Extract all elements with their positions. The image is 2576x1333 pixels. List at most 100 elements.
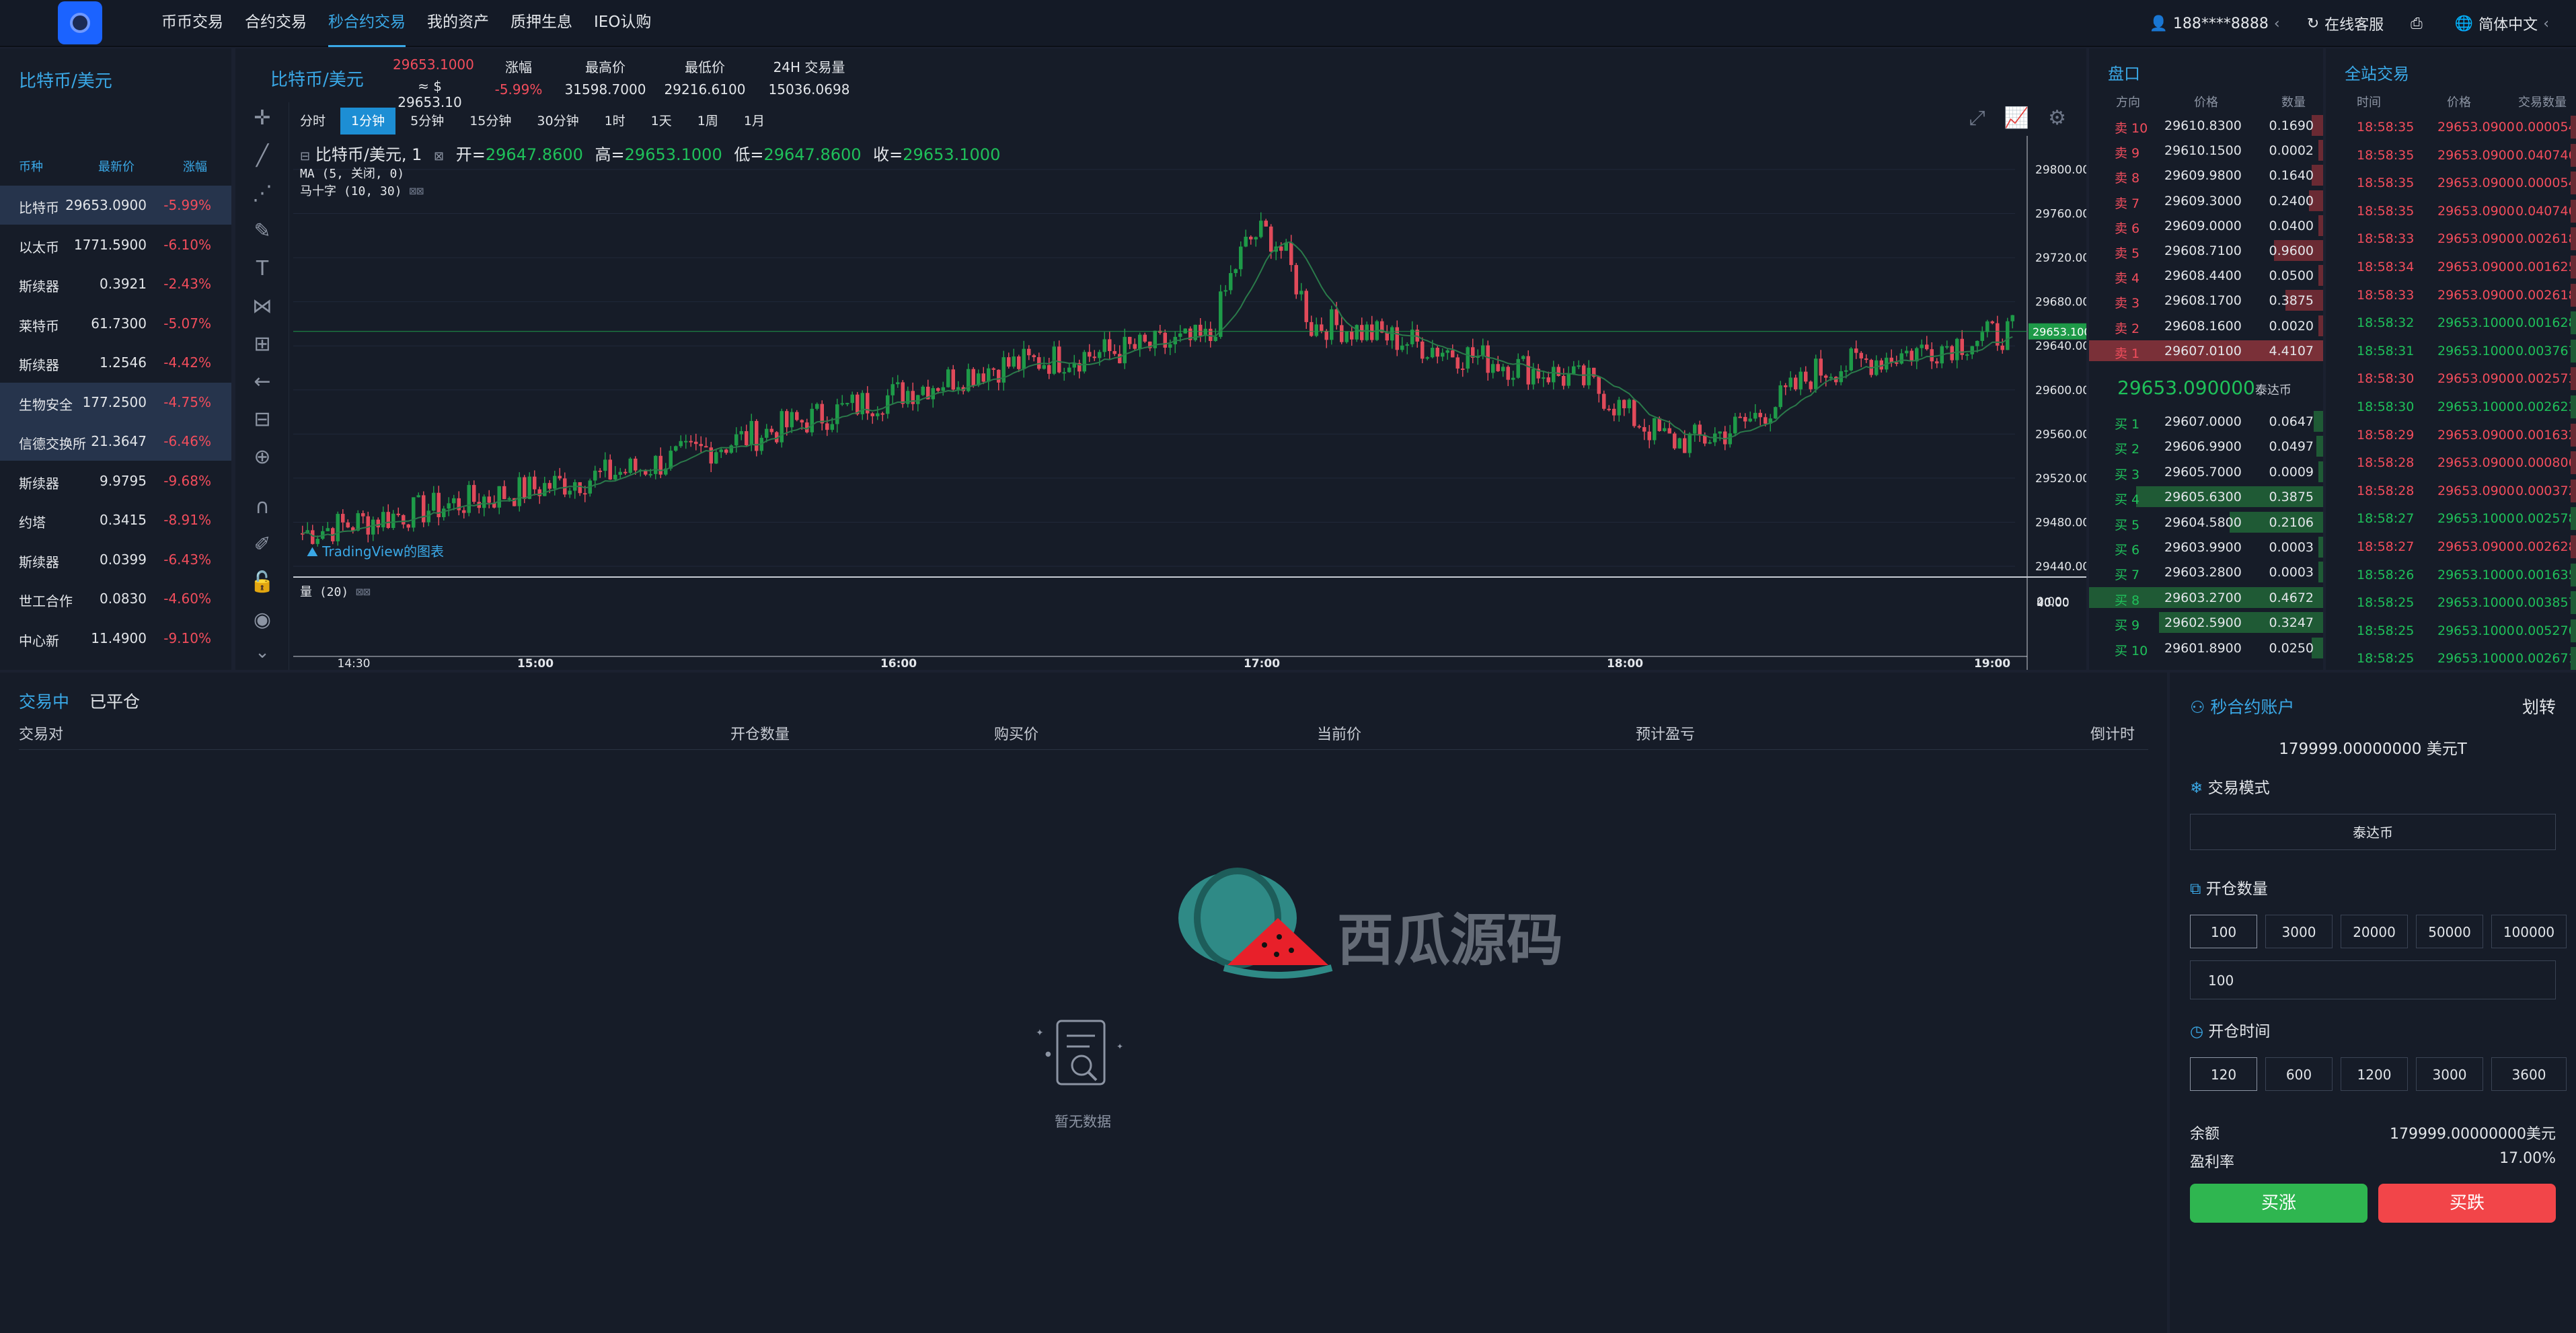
buy-down-button[interactable]: 买跌 [2378, 1184, 2556, 1223]
option-button[interactable]: 20000 [2341, 915, 2408, 948]
bid-qty: 0.0250 [2269, 640, 2314, 656]
gear-icon[interactable]: ⚙ [2048, 106, 2066, 130]
market-row[interactable]: 斯续器 0.3921 -2.43% [0, 264, 231, 303]
volume-settings-icon[interactable]: ⊠⊠ [356, 585, 371, 599]
online-service-link[interactable]: ↻ 在线客服 [2307, 13, 2384, 34]
candlestick-chart[interactable]: 29800.0000 29760.0000 29720.0000 29680.0000… [293, 136, 2086, 670]
bid-row[interactable]: 买 7 29603.2800 0.0003 [2089, 560, 2323, 584]
tradingview-link[interactable]: ⛰ TradingView的图表 [307, 541, 444, 560]
timeframe-button[interactable]: 5分钟 [400, 108, 455, 135]
trendline-icon[interactable]: ╱ [248, 141, 277, 171]
candle [860, 393, 864, 414]
option-button[interactable]: 3600 [2491, 1057, 2567, 1091]
bid-row[interactable]: 买 8 29603.2700 0.4672 [2089, 585, 2323, 610]
ask-row[interactable]: 卖 8 29609.9800 0.1640 [2089, 163, 2323, 188]
market-row[interactable]: 信德交换所 21.3647 -6.46% [0, 422, 231, 461]
timeframe-button[interactable]: 15分钟 [459, 108, 522, 135]
language-select[interactable]: 🌐 简体中文 ‹ [2455, 13, 2549, 34]
chart-plot-area[interactable]: 29800.0000 29760.0000 29720.0000 29680.0000… [293, 136, 2086, 670]
bid-direction: 买 4 [2115, 492, 2140, 508]
ask-row[interactable]: 卖 10 29610.8300 0.1690 [2089, 113, 2323, 138]
tab-closed-positions[interactable]: 已平仓 [89, 689, 140, 713]
timeframe-button[interactable]: 1分钟 [340, 108, 396, 135]
timeframe-button[interactable]: 1月 [733, 108, 775, 135]
bid-row[interactable]: 买 2 29606.9900 0.0497 [2089, 434, 2323, 459]
nav-futures[interactable]: 合约交易 [245, 0, 307, 47]
nav-second-contract[interactable]: 秒合约交易 [328, 0, 406, 47]
user-menu[interactable]: 👤 188****8888 ‹ [2150, 15, 2280, 32]
market-row[interactable]: 莱特币 61.7300 -5.07% [0, 304, 231, 343]
tab-open-positions[interactable]: 交易中 [19, 689, 69, 713]
timeframe-button[interactable]: 30分钟 [526, 108, 589, 135]
ask-row[interactable]: 卖 7 29609.3000 0.2400 [2089, 188, 2323, 213]
bid-row[interactable]: 买 9 29602.5900 0.3247 [2089, 610, 2323, 635]
option-button[interactable]: 120 [2190, 1057, 2257, 1091]
qty-input[interactable]: 100 [2190, 960, 2556, 999]
collapse-icon[interactable]: ⊟ [300, 149, 310, 163]
bid-row[interactable]: 买 3 29605.7000 0.0009 [2089, 459, 2323, 484]
zoom-icon[interactable]: ⊕ [248, 443, 277, 472]
timeframe-button[interactable]: 1周 [687, 108, 729, 135]
nav-ieo[interactable]: IEO认购 [594, 0, 651, 47]
nav-assets[interactable]: 我的资产 [427, 0, 489, 47]
back-arrow-icon[interactable]: ← [248, 367, 277, 397]
indicator-icon[interactable]: 📈 [2004, 106, 2029, 130]
hide-icon[interactable]: ⊠ [434, 149, 444, 163]
nav-spot[interactable]: 币币交易 [161, 0, 223, 47]
market-row[interactable]: 斯续器 0.0399 -6.43% [0, 540, 231, 579]
market-row[interactable]: 以太币 1771.5900 -6.10% [0, 225, 231, 264]
market-row[interactable]: 比特币 29653.0900 -5.99% [0, 186, 231, 225]
lock-draw-icon[interactable]: ✐ [248, 530, 277, 560]
trade-mode-select[interactable]: 泰达币 [2190, 814, 2556, 850]
coin-name: 斯续器 [19, 278, 59, 295]
legend-symbol: 比特币/美元, 1 [315, 145, 422, 164]
market-row[interactable]: 世工合作 0.0830 -4.60% [0, 579, 231, 618]
magnet-icon[interactable]: ∩ [248, 492, 277, 522]
bid-row[interactable]: 买 10 29601.8900 0.0250 [2089, 636, 2323, 660]
ask-row[interactable]: 卖 9 29610.1500 0.0002 [2089, 138, 2323, 163]
option-button[interactable]: 100000 [2491, 915, 2567, 948]
timeframe-button[interactable]: 1天 [640, 108, 683, 135]
option-button[interactable]: 3000 [2416, 1057, 2483, 1091]
market-row[interactable]: 约塔 0.3415 -8.91% [0, 500, 231, 539]
ask-row[interactable]: 卖 1 29607.0100 4.4107 [2089, 338, 2323, 363]
bid-row[interactable]: 买 5 29604.5800 0.2106 [2089, 510, 2323, 535]
brush-icon[interactable]: ✎ [248, 217, 277, 246]
timeframe-button[interactable]: 1时 [594, 108, 636, 135]
market-row[interactable]: 中心新 11.4900 -9.10% [0, 619, 231, 658]
lock-icon[interactable]: 🔓 [248, 568, 277, 597]
ask-row[interactable]: 卖 5 29608.7100 0.9600 [2089, 238, 2323, 263]
market-row[interactable]: 生物安全 177.2500 -4.75% [0, 382, 231, 422]
bid-row[interactable]: 买 6 29603.9900 0.0003 [2089, 535, 2323, 560]
ask-row[interactable]: 卖 2 29608.1600 0.0020 [2089, 313, 2323, 338]
ask-row[interactable]: 卖 3 29608.1700 0.3875 [2089, 288, 2323, 313]
timeframe-button[interactable]: 分时 [289, 108, 336, 135]
bid-row[interactable]: 买 1 29607.0000 0.0647 [2089, 409, 2323, 434]
fullscreen-icon[interactable]: ⤢ [1969, 106, 1985, 130]
transfer-button[interactable]: 划转 [2522, 694, 2556, 718]
brand-logo[interactable] [58, 1, 102, 44]
market-row[interactable]: 斯续器 1.2546 -4.42% [0, 343, 231, 382]
crosshair-icon[interactable]: ✛ [248, 104, 277, 133]
fib-icon[interactable]: ⋰ [248, 179, 277, 208]
nav-staking[interactable]: 质押生息 [510, 0, 572, 47]
option-button[interactable]: 600 [2265, 1057, 2333, 1091]
trade-time: 18:58:31 [2357, 343, 2415, 358]
print-button[interactable]: ⎙ [2411, 15, 2428, 32]
ask-row[interactable]: 卖 4 29608.4400 0.0500 [2089, 263, 2323, 288]
option-button[interactable]: 100 [2190, 915, 2257, 948]
buy-up-button[interactable]: 买涨 [2190, 1184, 2367, 1223]
cross-settings-icon[interactable]: ⊠⊠ [409, 184, 424, 198]
text-icon[interactable]: T [248, 254, 277, 284]
option-button[interactable]: 50000 [2416, 915, 2483, 948]
option-button[interactable]: 1200 [2341, 1057, 2408, 1091]
option-button[interactable]: 3000 [2265, 915, 2333, 948]
ask-row[interactable]: 卖 6 29609.0000 0.0400 [2089, 213, 2323, 238]
eye-icon[interactable]: ◉ [248, 605, 277, 635]
pattern-icon[interactable]: ⋈ [248, 292, 277, 321]
bid-row[interactable]: 买 4 29605.6300 0.3875 [2089, 484, 2323, 509]
chevron-down-icon[interactable]: ⌄ [248, 638, 277, 667]
ruler-icon[interactable]: ⊟ [248, 405, 277, 434]
measure-icon[interactable]: ⊞ [248, 330, 277, 359]
market-row[interactable]: 斯续器 9.9795 -9.68% [0, 461, 231, 500]
